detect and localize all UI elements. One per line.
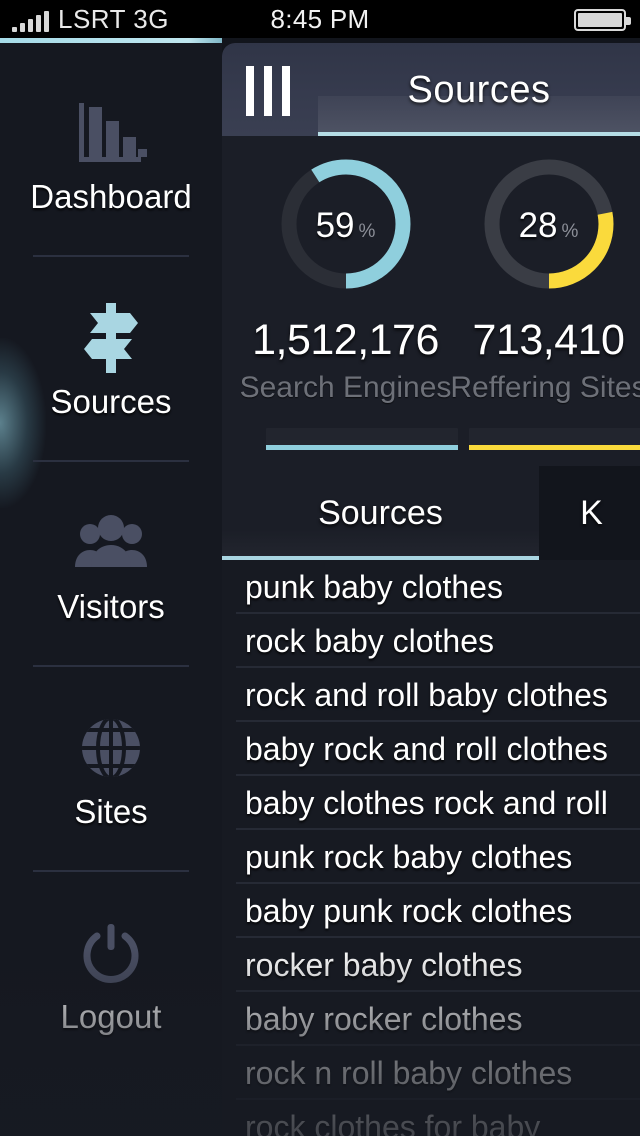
stat-label: Search Engines — [239, 371, 452, 404]
sidebar-item-visitors[interactable]: Visitors — [0, 462, 222, 667]
donut-chart-search-engines: 59 % — [276, 154, 416, 294]
sidebar-item-label: Dashboard — [30, 177, 192, 215]
list-item-label: punk rock baby clothes — [245, 838, 573, 875]
list-item-label: rock n roll baby clothes — [245, 1054, 573, 1091]
donut-center-label: 28 % — [479, 154, 619, 294]
stat-value: 713,410 — [472, 316, 625, 364]
sidebar-item-logout[interactable]: Logout — [0, 872, 222, 1077]
sidebar-item-dashboard[interactable]: Dashboard — [0, 52, 222, 257]
list-item[interactable]: rock and roll baby clothes — [222, 668, 640, 722]
stat-card-search-engines[interactable]: 59 % 1,512,176 Search Engines — [240, 136, 458, 466]
stats-row: 59 % 1,512,176 Search Engines 28 % 713,4… — [222, 136, 640, 466]
list-item[interactable]: baby rocker clothes — [222, 992, 640, 1046]
sidebar-item-label: Visitors — [57, 587, 165, 625]
signpost-icon — [80, 299, 142, 377]
list-item-label: rock and roll baby clothes — [245, 676, 608, 713]
list-item[interactable]: rock baby clothes — [222, 614, 640, 668]
list-item-label: rocker baby clothes — [245, 946, 523, 983]
donut-value: 59 — [315, 206, 355, 245]
list-item[interactable]: baby clothes rock and roll — [222, 776, 640, 830]
stat-value: 1,512,176 — [252, 316, 439, 364]
list-item[interactable]: punk baby clothes — [222, 560, 640, 614]
sidebar-item-sites[interactable]: Sites — [0, 667, 222, 872]
list-item-label: baby punk rock clothes — [245, 892, 573, 929]
stat-accent-bar — [266, 428, 458, 450]
bar-chart-icon — [75, 94, 147, 172]
list-item-label: baby rock and roll clothes — [245, 730, 608, 767]
sidebar-item-label: Logout — [60, 997, 162, 1035]
donut-percent-symbol: % — [561, 221, 579, 242]
app-screen: LSRT 3G 8:45 PM Dashboard Sources Visito… — [0, 0, 640, 1136]
stat-label: Reffering Sites — [450, 371, 640, 404]
battery-icon — [574, 9, 631, 31]
tab-keywords[interactable]: K — [542, 466, 640, 560]
list-item[interactable]: rock n roll baby clothes — [222, 1046, 640, 1100]
list-item-label: rock baby clothes — [245, 622, 495, 659]
sidebar-item-label: Sources — [50, 382, 172, 420]
people-icon — [73, 504, 149, 582]
list-item[interactable]: rocker baby clothes — [222, 938, 640, 992]
list-item[interactable]: punk rock baby clothes — [222, 830, 640, 884]
donut-percent-symbol: % — [358, 221, 376, 242]
globe-icon — [80, 709, 142, 787]
list-item-label: baby clothes rock and roll — [245, 784, 608, 821]
list-item[interactable]: baby rock and roll clothes — [222, 722, 640, 776]
topbar-shade — [318, 96, 640, 132]
stat-card-referring-sites[interactable]: 28 % 713,410 Reffering Sites — [447, 136, 640, 466]
sidebar-nav: Dashboard Sources Visitors Sites Logout — [0, 38, 222, 1077]
tab-bar: Sources K — [222, 466, 640, 560]
sidebar: Dashboard Sources Visitors Sites Logout — [0, 38, 222, 1136]
list-item-label: punk baby clothes — [245, 568, 503, 605]
list-item[interactable]: rock clothes for baby — [222, 1100, 640, 1136]
clock-label: 8:45 PM — [270, 3, 370, 34]
donut-chart-referring-sites: 28 % — [479, 154, 619, 294]
list-item[interactable]: baby punk rock clothes — [222, 884, 640, 938]
sidebar-item-sources[interactable]: Sources — [0, 257, 222, 462]
status-bar: LSRT 3G 8:45 PM — [0, 0, 640, 38]
donut-center-label: 59 % — [276, 154, 416, 294]
main-panel: Sources 59 % 1,512,176 Search Engines 28… — [222, 43, 640, 1136]
sources-list[interactable]: punk baby clothes rock baby clothes rock a… — [222, 560, 640, 1136]
power-icon — [80, 914, 142, 992]
sidebar-item-label: Sites — [74, 792, 148, 830]
menu-bars-icon[interactable] — [246, 65, 318, 117]
tab-sources[interactable]: Sources — [222, 466, 539, 560]
panel-topbar: Sources — [222, 43, 640, 136]
donut-value: 28 — [518, 206, 558, 245]
list-item-label: baby rocker clothes — [245, 1000, 523, 1037]
stat-accent-bar — [469, 428, 640, 450]
list-item-label: rock clothes for baby — [245, 1108, 541, 1136]
